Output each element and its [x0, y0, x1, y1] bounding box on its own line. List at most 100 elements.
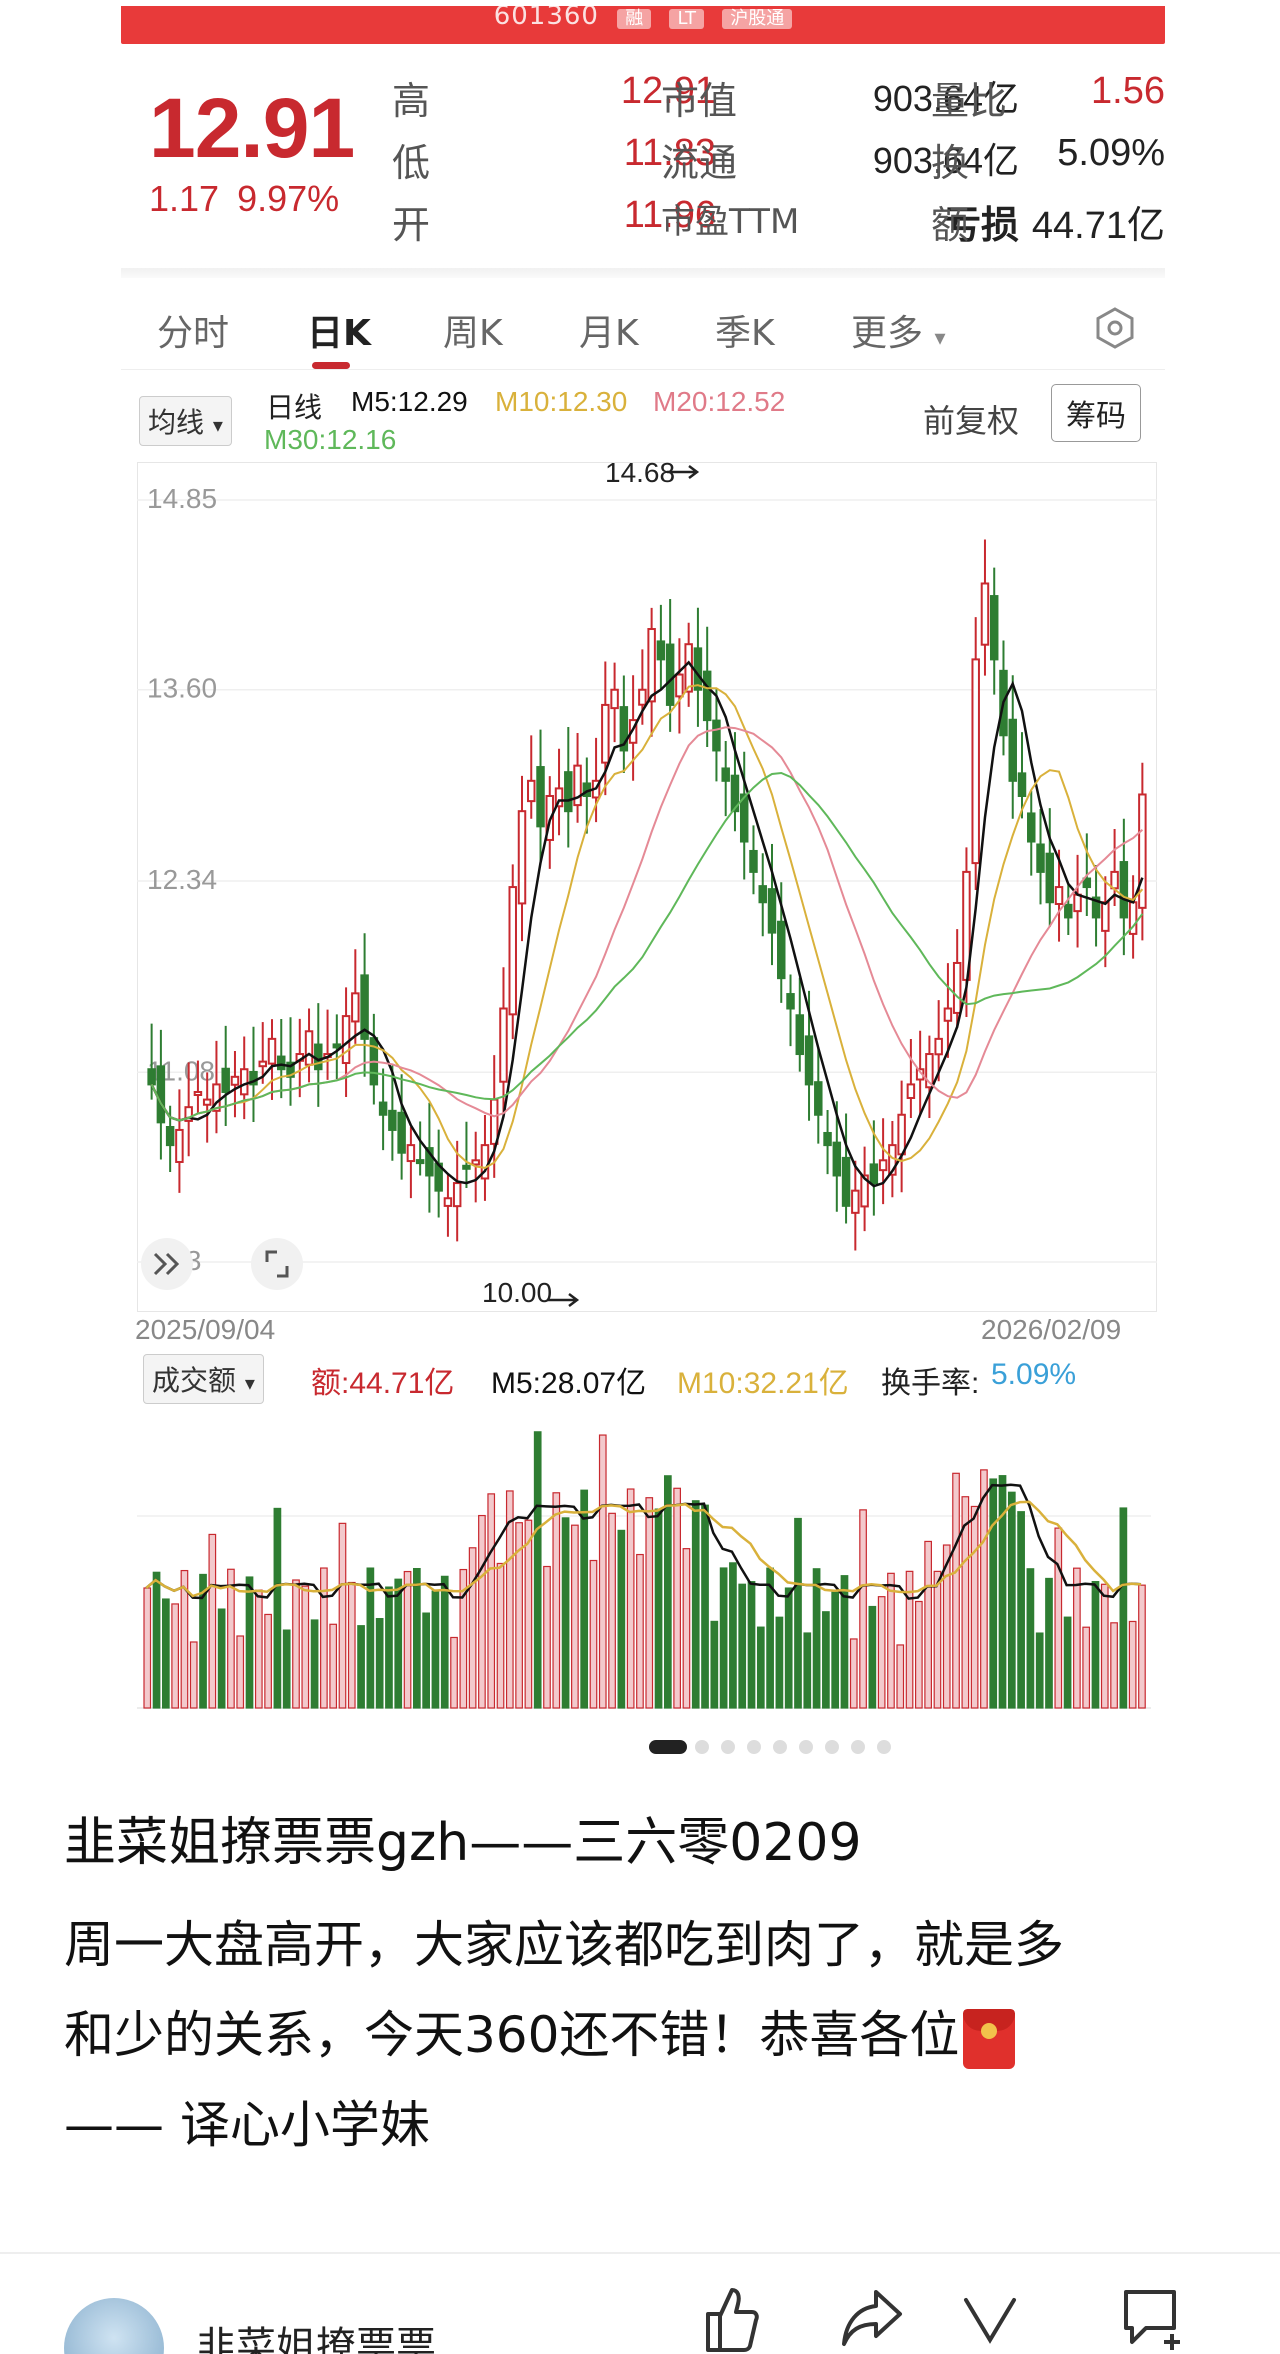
carousel-dot[interactable]: [721, 1740, 735, 1754]
volume-bar-up: [933, 1570, 942, 1709]
volume-bar-down: [738, 1583, 747, 1709]
candle-down: [378, 1101, 388, 1116]
volume-bar-down: [561, 1517, 570, 1709]
tag-connect: 沪股通: [722, 9, 793, 29]
tab-more[interactable]: 更多 ▾: [851, 304, 946, 356]
carousel-dot[interactable]: [649, 1740, 687, 1754]
candle-down: [693, 647, 703, 691]
candle-up: [202, 1098, 212, 1106]
candle-down: [415, 1159, 425, 1165]
volume-bar-up: [478, 1514, 486, 1709]
dropdown-triangle-icon: ▾: [244, 1371, 255, 1395]
volume-chart: [137, 1431, 1151, 1709]
volume-bar-up: [608, 1512, 616, 1709]
stat-label: 换: [931, 141, 970, 185]
volume-bar-up: [189, 1641, 198, 1709]
volume-bar-down: [282, 1629, 291, 1709]
ma-selector[interactable]: 均线 ▾: [139, 396, 232, 446]
carousel-dot[interactable]: [695, 1740, 709, 1754]
volume-bar-up: [496, 1562, 505, 1709]
volume-bar-up: [1082, 1626, 1091, 1709]
tag-margin: 融: [617, 9, 652, 29]
adjust-mode[interactable]: 前复权: [923, 396, 1019, 442]
candle-up: [601, 703, 610, 764]
volume-bar-down: [161, 1598, 170, 1709]
candle-up: [230, 1075, 240, 1086]
volume-bar-up: [980, 1469, 988, 1709]
volume-bar-up: [264, 1613, 272, 1709]
volume-bar-up: [924, 1540, 932, 1709]
carousel-dot[interactable]: [799, 1740, 813, 1754]
candle-down: [786, 993, 795, 1010]
volume-bar-down: [822, 1611, 830, 1709]
candle-down: [277, 1055, 286, 1071]
candle-up: [1101, 901, 1110, 932]
candle-up: [610, 688, 619, 710]
divider: [121, 268, 1165, 278]
carousel-indicator[interactable]: [649, 1738, 891, 1754]
candle-down: [1045, 852, 1055, 904]
y-tick-label: 14.85: [147, 483, 217, 514]
volume-bar-up: [1054, 1527, 1063, 1709]
volume-bar-up: [487, 1493, 496, 1709]
settings-hexagon-icon[interactable]: [1093, 306, 1137, 350]
tab-intraday[interactable]: 分时: [157, 304, 229, 356]
candle-down: [721, 767, 730, 782]
tab-daily-k[interactable]: 日K: [307, 304, 371, 356]
volume-bar-up: [645, 1497, 654, 1709]
volume-bar-down: [217, 1608, 226, 1709]
dropdown-triangle-icon: ▾: [212, 413, 223, 437]
dropdown-triangle-icon: ▾: [934, 326, 946, 351]
volume-bar-down: [245, 1576, 254, 1709]
candlestick-chart[interactable]: 14.8513.6012.3411.089.8314.6810.00: [137, 462, 1157, 1312]
carousel-dot[interactable]: [773, 1740, 787, 1754]
volume-bar-down: [580, 1489, 589, 1709]
volume-bar-up: [598, 1434, 607, 1709]
volume-bar-up: [524, 1519, 533, 1709]
quote-panel: 12.91 1.17 9.97% 高 12.91 市值 903.64亿 量比 1…: [121, 60, 1165, 270]
tab-monthly-k[interactable]: 月K: [579, 304, 639, 356]
volume-bar-up: [403, 1570, 412, 1709]
stock-card[interactable]: 601360 融 LT 沪股通 12.91 1.17 9.97% 高 12.91…: [121, 0, 1165, 1754]
volume-bar-up: [970, 1505, 979, 1709]
comment-icon[interactable]: [1120, 2284, 1188, 2352]
volume-bar-down: [691, 1500, 700, 1709]
candle-down: [758, 885, 767, 904]
volume-bar-up: [227, 1568, 235, 1709]
candle-up: [527, 779, 536, 803]
volume-bar-up: [254, 1589, 263, 1709]
turnover-value: 5.09%: [991, 1358, 1077, 1391]
volume-bar-down: [310, 1619, 319, 1709]
candle-down: [739, 793, 749, 843]
candle-down: [165, 1126, 175, 1147]
candle-down: [564, 771, 573, 813]
volume-bar-down: [1017, 1511, 1025, 1709]
period-tabs: 分时 日K 周K 月K 季K 更多 ▾: [121, 290, 1165, 370]
chips-button[interactable]: 筹码: [1051, 384, 1141, 442]
candle-down: [823, 1131, 832, 1147]
carousel-dot[interactable]: [851, 1740, 865, 1754]
author-name[interactable]: 韭菜姐撩票票: [196, 2314, 436, 2354]
carousel-dot[interactable]: [825, 1740, 839, 1754]
favorite-icon[interactable]: [960, 2290, 1020, 2350]
volume-bar-up: [143, 1587, 152, 1709]
volume-bar-up: [849, 1638, 858, 1709]
volume-bar-down: [794, 1517, 802, 1709]
volume-bar-up: [877, 1596, 886, 1709]
volume-bar-down: [422, 1612, 430, 1709]
candle-down: [795, 1014, 805, 1056]
carousel-dot[interactable]: [747, 1740, 761, 1754]
tab-quarterly-k[interactable]: 季K: [715, 304, 775, 356]
avatar[interactable]: [64, 2298, 164, 2354]
candle-down: [1119, 861, 1129, 919]
candle-up: [351, 992, 360, 1023]
like-thumb-icon[interactable]: [700, 2284, 760, 2354]
share-arrow-icon[interactable]: [840, 2286, 904, 2350]
volume-bar-down: [1119, 1507, 1128, 1709]
volume-bar-up: [887, 1572, 895, 1709]
candle-down: [702, 670, 712, 722]
carousel-dot[interactable]: [877, 1740, 891, 1754]
candle-up: [508, 886, 517, 1016]
tab-weekly-k[interactable]: 周K: [443, 304, 503, 356]
stat-value: 5.09%: [1057, 132, 1165, 174]
